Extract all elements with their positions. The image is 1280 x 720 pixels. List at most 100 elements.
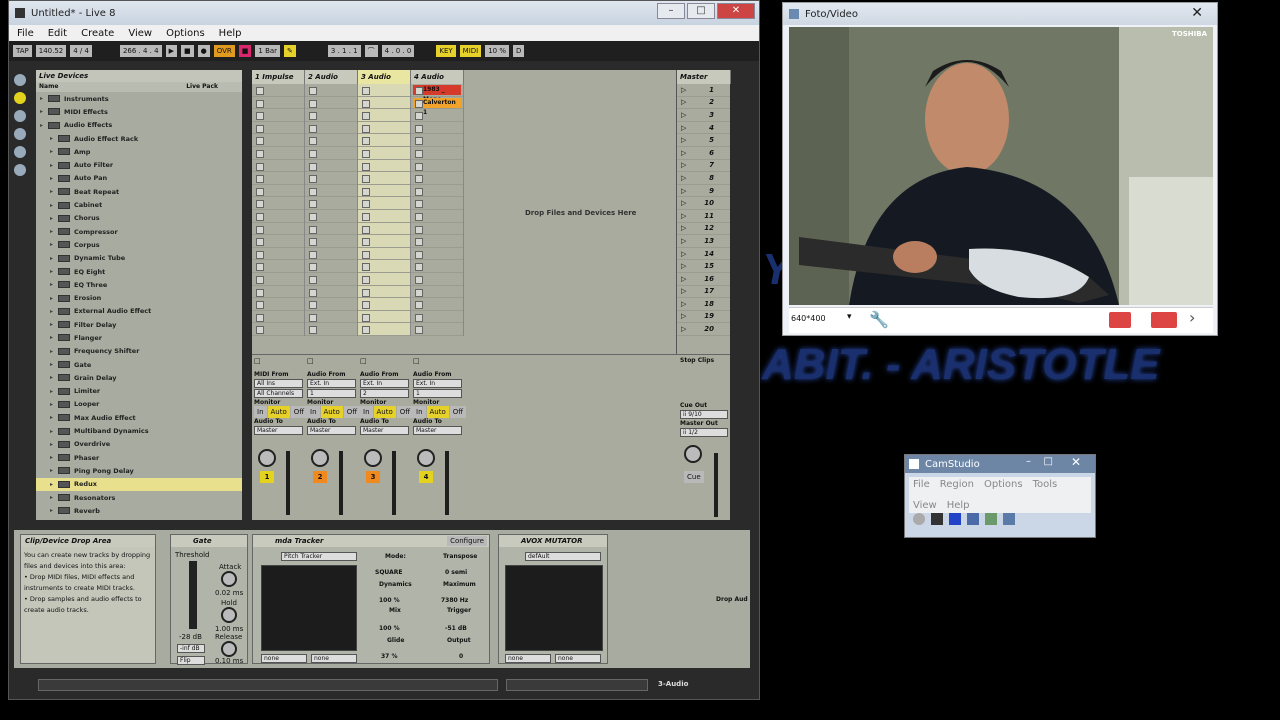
expand-arrow-icon[interactable]: ▸ <box>50 494 58 501</box>
browser-item[interactable]: ▸ Looper <box>36 398 242 411</box>
scene-row[interactable]: ▷ 1 <box>677 84 730 97</box>
expand-arrow-icon[interactable]: ▸ <box>50 388 58 395</box>
track-activator[interactable]: 3 <box>366 471 380 483</box>
scene-launch-icon[interactable]: ▷ <box>681 98 686 106</box>
clip-slot[interactable] <box>305 185 357 198</box>
loop-length[interactable]: 4 . 0 . 0 <box>381 45 415 57</box>
gate-release-knob[interactable] <box>221 641 237 657</box>
expand-arrow-icon[interactable]: ▸ <box>40 95 48 102</box>
browser-item[interactable]: ▸ Auto Pan <box>36 172 242 185</box>
clip-slot[interactable]: Calverton 1 <box>411 97 463 116</box>
scene-launch-icon[interactable]: ▷ <box>681 199 686 207</box>
autopan-icon[interactable] <box>985 513 997 525</box>
quantize-menu[interactable]: 1 Bar <box>255 45 281 57</box>
clip-slot[interactable] <box>411 160 463 173</box>
expand-arrow-icon[interactable]: ▸ <box>40 122 48 129</box>
browser-item[interactable]: ▸ Redux <box>36 477 242 491</box>
browser-item[interactable]: ▸ Auto Filter <box>36 158 242 171</box>
clip-slot[interactable] <box>305 122 357 135</box>
expand-arrow-icon[interactable]: ▸ <box>50 428 58 435</box>
pan-knob[interactable] <box>258 449 276 467</box>
rail-file-browser-2-icon[interactable] <box>14 128 26 140</box>
clip-slot[interactable] <box>305 134 357 147</box>
scene-row[interactable]: ▷ 13 <box>677 235 730 248</box>
scene-row[interactable]: ▷ 3 <box>677 109 730 122</box>
rail-file-browser-3-icon[interactable] <box>14 146 26 158</box>
clip-slot[interactable] <box>411 122 463 135</box>
pan-knob[interactable] <box>364 449 382 467</box>
clip-slot[interactable] <box>252 84 304 97</box>
clip-slot[interactable] <box>305 197 357 210</box>
scene-launch-icon[interactable]: ▷ <box>681 275 686 283</box>
clip-slot[interactable] <box>358 122 410 135</box>
clip-slot[interactable] <box>358 134 410 147</box>
monitor-in-button[interactable]: In <box>413 406 426 418</box>
expand-arrow-icon[interactable]: ▸ <box>50 202 58 209</box>
output-value[interactable]: 0 <box>459 653 463 660</box>
clip-slot[interactable] <box>411 223 463 236</box>
clip-slot[interactable] <box>358 298 410 311</box>
rail-hot-swap-icon[interactable] <box>14 164 26 176</box>
browser-item[interactable]: ▸ Phaser <box>36 451 242 464</box>
camstudio-minimize-button[interactable]: – <box>1026 456 1031 467</box>
trigger-value[interactable]: -51 dB <box>445 625 467 632</box>
scene-row[interactable]: ▷ 6 <box>677 147 730 160</box>
expand-arrow-icon[interactable]: ▸ <box>50 228 58 235</box>
scene-launch-icon[interactable]: ▷ <box>681 250 686 258</box>
clip-slot[interactable] <box>358 286 410 299</box>
menu-create[interactable]: Create <box>81 28 114 39</box>
gate-return-field[interactable]: -inf dB <box>177 644 205 653</box>
cs-menu-tools[interactable]: Tools <box>1033 479 1058 490</box>
input-channel-select[interactable]: 1 <box>307 389 356 398</box>
scene-launch-icon[interactable]: ▷ <box>681 300 686 308</box>
clip-slot[interactable] <box>305 210 357 223</box>
clip[interactable]: Calverton 1 <box>413 97 461 116</box>
monitor-off-button[interactable]: Off <box>449 406 467 418</box>
clip-slot[interactable] <box>358 84 410 97</box>
key-map-switch[interactable]: KEY <box>436 45 456 57</box>
scene-row[interactable]: ▷ 4 <box>677 122 730 135</box>
record-icon[interactable] <box>913 513 925 525</box>
browser-item[interactable]: ▸ Audio Effect Rack <box>36 132 242 145</box>
scene-launch-icon[interactable]: ▷ <box>681 237 686 245</box>
clip-slot[interactable] <box>358 197 410 210</box>
clip-slot[interactable] <box>252 235 304 248</box>
expand-arrow-icon[interactable]: ▸ <box>50 467 58 474</box>
clip-slot[interactable] <box>358 273 410 286</box>
scene-launch-icon[interactable]: ▷ <box>681 124 686 132</box>
expand-arrow-icon[interactable]: ▸ <box>50 507 58 514</box>
clip-slot[interactable]: 1983 _ Mono <box>411 84 463 103</box>
stop-button[interactable]: ■ <box>180 45 194 57</box>
menu-edit[interactable]: Edit <box>48 28 67 39</box>
clip-slot[interactable] <box>358 147 410 160</box>
clip-slot[interactable] <box>252 260 304 273</box>
track-header-2[interactable]: 2 Audio <box>305 70 358 84</box>
expand-arrow-icon[interactable]: ▸ <box>50 441 58 448</box>
clip-slot[interactable] <box>358 323 410 336</box>
input-channel-select[interactable]: 2 <box>360 389 409 398</box>
track-activator[interactable]: 1 <box>260 471 274 483</box>
browser-item[interactable]: ▸ Erosion <box>36 291 242 304</box>
clip-slot[interactable] <box>411 185 463 198</box>
camstudio-close-button[interactable]: ✕ <box>1071 455 1081 469</box>
record-button[interactable]: ● <box>197 45 210 57</box>
browser-item[interactable]: ▸ Instruments <box>36 92 242 105</box>
expand-arrow-icon[interactable]: ▸ <box>50 148 58 155</box>
cs-menu-region[interactable]: Region <box>940 479 974 490</box>
stop-clips-button[interactable]: Stop Clips <box>680 357 728 364</box>
mix-value[interactable]: 100 % <box>379 625 400 632</box>
clip-slot[interactable] <box>305 248 357 261</box>
expand-arrow-icon[interactable]: ▸ <box>50 414 58 421</box>
clip-slot[interactable] <box>358 311 410 324</box>
browser-item[interactable]: ▸ EQ Eight <box>36 265 242 278</box>
rail-plugins-icon[interactable] <box>14 92 26 104</box>
transpose-value[interactable]: 0 semi <box>445 569 467 576</box>
browser-item[interactable]: ▸ Limiter <box>36 385 242 398</box>
photo-capture-icon[interactable] <box>1109 312 1131 328</box>
browser-item[interactable]: ▸ Cabinet <box>36 198 242 211</box>
loop-start[interactable]: 3 . 1 . 1 <box>327 45 361 57</box>
clip-slot[interactable] <box>305 223 357 236</box>
clip-slot[interactable] <box>252 160 304 173</box>
clip-slot[interactable] <box>358 160 410 173</box>
pan-knob[interactable] <box>417 449 435 467</box>
